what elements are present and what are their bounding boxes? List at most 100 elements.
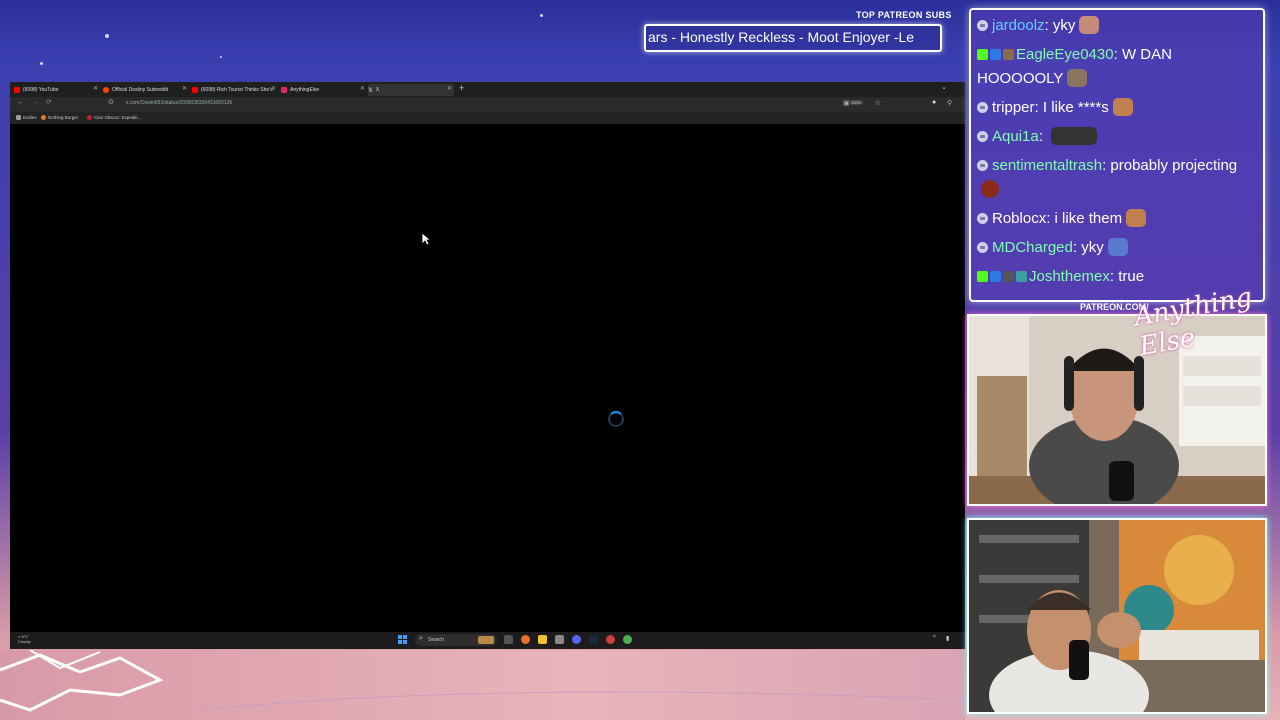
loading-spinner-icon xyxy=(608,411,624,427)
url-text[interactable]: x.com/Ossim653/status/203603832643105012… xyxy=(126,100,232,106)
chat-badge-icon xyxy=(977,160,988,171)
chat-message: tripper: I like ****s xyxy=(977,96,1257,120)
steam-icon[interactable] xyxy=(589,635,598,644)
sub-badge-icon xyxy=(990,271,1001,282)
chat-text: yky xyxy=(1081,239,1104,256)
page-content[interactable] xyxy=(10,124,965,632)
tab-anythingelse[interactable]: AnythingElse ✕ xyxy=(281,84,367,96)
chat-username: MDCharged xyxy=(992,239,1073,256)
back-arrow-icon[interactable]: ← xyxy=(17,99,24,106)
chat-message: MDCharged: yky xyxy=(977,236,1257,260)
bookmark-star-icon[interactable]: ☆ xyxy=(874,98,881,107)
patreon-marquee-text: ars - Honestly Reckless - Moot Enjoyer -… xyxy=(648,29,915,45)
chat-text: I like ****s xyxy=(1042,99,1109,116)
webcam-guest xyxy=(967,518,1267,714)
burger-icon xyxy=(41,115,46,120)
search-icon: ⌕ xyxy=(419,635,423,642)
close-icon[interactable]: ✕ xyxy=(360,85,365,92)
tier-badge-icon xyxy=(1003,271,1014,282)
tab-youtube-video[interactable]: (6098) Rich Tourist Thinks She's ✕ xyxy=(192,84,278,96)
close-icon[interactable]: ✕ xyxy=(447,85,452,92)
close-icon[interactable]: ✕ xyxy=(182,85,187,92)
emote-icon xyxy=(1112,98,1133,116)
chat-username: Roblocx xyxy=(992,210,1047,227)
chat-text: i like them xyxy=(1054,210,1123,227)
windows-start-icon[interactable] xyxy=(398,635,407,644)
bookmark-dailies[interactable]: Dailies xyxy=(16,115,37,120)
tab-label: AnythingElse xyxy=(290,87,320,93)
tab-reddit[interactable]: Official Destiny Subreddit ✕ xyxy=(103,84,189,96)
bookmark-label: Nothing Burger xyxy=(48,115,79,120)
app-icon[interactable] xyxy=(555,635,564,644)
chat-message: Joshthemex: true xyxy=(977,265,1257,289)
sub-badge-icon xyxy=(990,49,1001,60)
emote-icon xyxy=(1107,238,1128,256)
verified-badge-icon xyxy=(1016,271,1027,282)
tab-label: (6098) Rich Tourist Thinks She's xyxy=(201,87,273,93)
taskbar-search[interactable]: ⌕ Search xyxy=(415,634,497,646)
chat-message: EagleEye0430: W DAN HOOOOOLY xyxy=(977,46,1172,87)
emote-icon xyxy=(981,180,999,198)
tab-label: X xyxy=(375,87,380,93)
chat-message: jardoolz: yky xyxy=(977,14,1257,38)
emote-icon xyxy=(1051,127,1098,145)
weather-widget[interactable]: ● 9°C Cloudy xyxy=(18,634,30,644)
chat-text: probably projecting xyxy=(1110,157,1238,174)
chat-message: Aqui1a: xyxy=(977,125,1257,149)
network-icon[interactable]: ▮ xyxy=(946,635,949,642)
new-tab-button[interactable]: + xyxy=(459,83,464,93)
patreon-marquee: ars - Honestly Reckless - Moot Enjoyer -… xyxy=(644,24,942,52)
stream-chat: jardoolz: yky EagleEye0430: W DAN HOOOOO… xyxy=(969,8,1265,302)
browser-toolbar: ← → ⟳ ⊙ x.com/Ossim653/status/2036038326… xyxy=(10,97,965,112)
tab-list-chevron-icon[interactable]: ⌄ xyxy=(941,83,947,91)
mouse-cursor-icon xyxy=(421,232,431,246)
tab-label: Official Destiny Subreddit xyxy=(112,87,169,93)
chat-username: jardoolz xyxy=(992,17,1045,34)
chat-username: EagleEye0430 xyxy=(1016,46,1114,63)
extensions-icon[interactable]: ⚲ xyxy=(947,99,952,107)
emote-icon xyxy=(1067,69,1088,87)
close-icon[interactable]: ✕ xyxy=(271,85,276,92)
reddit-icon xyxy=(103,87,109,93)
youtube-icon xyxy=(14,87,20,93)
site-icon xyxy=(281,87,287,93)
star-decoration xyxy=(40,62,43,65)
chat-username: Aqui1a xyxy=(992,128,1039,145)
chrome-icon[interactable] xyxy=(623,635,632,644)
tab-strip: (6098) YouTube ✕ Official Destiny Subred… xyxy=(10,82,965,97)
chat-badge-icon xyxy=(977,102,988,113)
emote-icon xyxy=(1079,16,1100,34)
bookmarks-bar: Dailies Nothing Burger Clair Obscur: Exp… xyxy=(10,112,965,124)
reload-icon[interactable]: ⟳ xyxy=(46,98,52,106)
chat-badge-icon xyxy=(977,213,988,224)
bookmark-nothing-burger[interactable]: Nothing Burger xyxy=(41,115,78,120)
bookmark-clair-obscur[interactable]: Clair Obscur: Expediti... xyxy=(87,115,141,120)
zoom-badge[interactable]: 150% xyxy=(849,100,864,105)
discord-icon[interactable] xyxy=(572,635,581,644)
address-bar[interactable]: ⟳ ⊙ x.com/Ossim653/status/20360383264310… xyxy=(46,98,943,109)
site-info-icon[interactable]: ⊙ xyxy=(108,98,114,106)
close-icon[interactable]: ✕ xyxy=(93,85,98,92)
tier-badge-icon xyxy=(1003,49,1014,60)
task-view-icon[interactable] xyxy=(504,635,513,644)
x-logo-icon: 𝕏 xyxy=(368,88,373,94)
obs-icon[interactable] xyxy=(606,635,615,644)
firefox-icon[interactable] xyxy=(521,635,530,644)
forward-arrow-icon[interactable]: → xyxy=(31,99,38,106)
tray-chevron-icon[interactable]: ^ xyxy=(933,635,936,641)
star-decoration xyxy=(540,14,543,17)
cast-icon[interactable]: ▣ xyxy=(843,99,850,107)
tab-x[interactable]: 𝕏 X ✕ xyxy=(368,84,454,96)
chat-username: tripper xyxy=(992,99,1035,116)
chat-badge-icon xyxy=(977,20,988,31)
tab-label: (6098) YouTube xyxy=(23,87,59,93)
chat-message: sentimentaltrash: probably projecting xyxy=(977,154,1257,202)
chat-message: Roblocx: i like them xyxy=(977,207,1257,231)
tab-youtube[interactable]: (6098) YouTube ✕ xyxy=(14,84,100,96)
file-explorer-icon[interactable] xyxy=(538,635,547,644)
profile-icon[interactable]: ● xyxy=(932,99,936,106)
search-highlight-image xyxy=(478,636,494,644)
bookmark-label: Clair Obscur: Expediti... xyxy=(94,115,142,120)
youtube-icon xyxy=(192,87,198,93)
folder-icon xyxy=(16,115,21,120)
